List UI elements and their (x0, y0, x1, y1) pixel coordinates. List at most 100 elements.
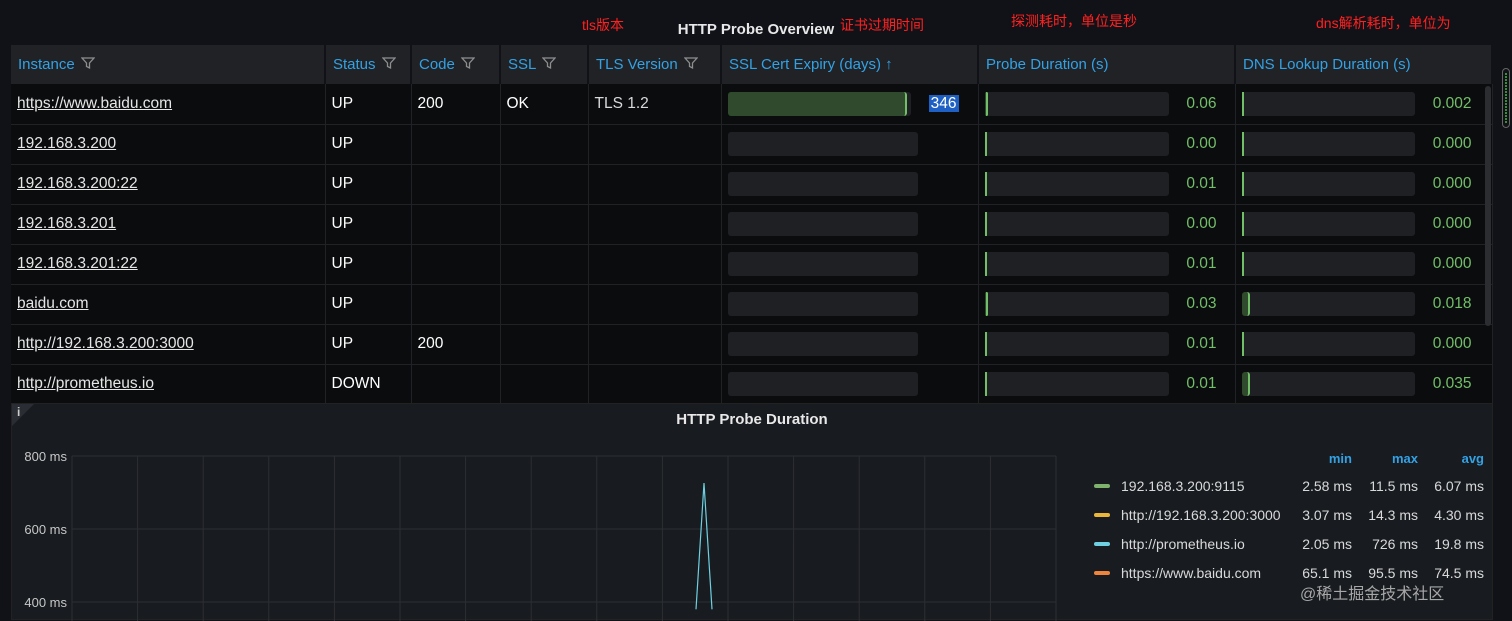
gauge-bar (727, 292, 918, 316)
filter-icon[interactable] (376, 56, 396, 73)
gauge-wrap: 0.00 (984, 212, 1235, 236)
instance-link[interactable]: 192.168.3.201:22 (17, 255, 138, 272)
instance-link[interactable]: 192.168.3.201 (17, 215, 116, 232)
gauge-bar (1241, 292, 1415, 316)
legend-min: 2.05 ms (1302, 535, 1352, 552)
y-tick-label: 600 ms (24, 522, 67, 537)
gauge-value: 0.000 (1415, 135, 1472, 153)
ssl-cell (500, 204, 589, 245)
gauge-value-text: 0.01 (1186, 335, 1217, 352)
table-row: 192.168.3.200 UP 0.00 0.000 (11, 124, 1493, 165)
gauge-value-text: 346 (928, 94, 959, 112)
legend-col-max[interactable]: max (1352, 451, 1418, 471)
gauge-bar (1241, 172, 1415, 196)
legend-series-name: 192.168.3.200:9115 (1121, 477, 1245, 494)
column-header-3[interactable]: SSL (500, 45, 589, 84)
watermark: @稀土掘金技术社区 (1300, 586, 1445, 603)
legend-col-min[interactable]: min (1286, 451, 1352, 471)
ssl-cell: OK (500, 84, 589, 125)
code-cell (411, 244, 501, 285)
instance-link[interactable]: 192.168.3.200 (17, 135, 116, 152)
code-cell: 200 (411, 324, 501, 365)
tls-cell (588, 284, 722, 325)
gauge-bar (984, 332, 1169, 356)
duration-chart: 800 ms 600 ms 400 ms (24, 449, 1057, 621)
gauge-bar (727, 172, 918, 196)
gauge-value-text: 0.00 (1186, 215, 1217, 232)
tls-cell (588, 164, 722, 205)
gauge-wrap (727, 132, 978, 156)
expiry-cell (721, 364, 979, 405)
gauge-value-text: 0.018 (1432, 295, 1472, 312)
instance-link[interactable]: http://prometheus.io (17, 375, 154, 392)
status-cell: UP (325, 124, 412, 165)
probe-cell: 0.01 (978, 364, 1236, 405)
legend-avg: 4.30 ms (1434, 506, 1484, 523)
gauge-value-text: 0.01 (1186, 175, 1217, 192)
gauge-value: 0.01 (1169, 175, 1217, 193)
column-header-0[interactable]: Instance (11, 45, 326, 84)
legend-min: 2.58 ms (1302, 477, 1352, 494)
status-cell: UP (325, 84, 412, 125)
gauge-bar (984, 91, 1169, 116)
instance-link[interactable]: 192.168.3.200:22 (17, 175, 138, 192)
probe-cell: 0.03 (978, 284, 1236, 325)
instance-cell: https://www.baidu.com (11, 84, 326, 125)
column-header-1[interactable]: Status (325, 45, 412, 84)
column-header-4[interactable]: TLS Version (588, 45, 722, 84)
expiry-cell (721, 124, 979, 165)
gauge-wrap: 0.01 (984, 252, 1235, 276)
instance-link[interactable]: http://192.168.3.200:3000 (17, 335, 194, 352)
gauge-value-text: 0.035 (1432, 375, 1472, 392)
table-scrollbar[interactable] (1485, 86, 1491, 326)
gauge-wrap (727, 372, 978, 396)
gauge-fill (1241, 212, 1244, 236)
gauge-bar (1241, 212, 1415, 236)
gauge-wrap (727, 172, 978, 196)
legend-item[interactable]: http://192.168.3.200:3000 3.07 ms 14.3 ms 4… (1084, 500, 1484, 529)
legend-item[interactable]: 192.168.3.200:9115 2.58 ms 11.5 ms 6.07 ms (1084, 471, 1484, 500)
column-header-5[interactable]: SSL Cert Expiry (days) ↑ (721, 45, 979, 84)
column-header-2[interactable]: Code (411, 45, 501, 84)
filter-icon[interactable] (536, 56, 557, 73)
instance-link[interactable]: baidu.com (17, 295, 89, 312)
filter-icon[interactable] (678, 56, 698, 73)
gauge-bar (984, 172, 1169, 196)
column-header-label: Status (333, 56, 376, 73)
gauge-bar (1241, 332, 1415, 356)
dns-cell: 0.000 (1235, 164, 1493, 205)
gauge-value: 0.035 (1415, 375, 1472, 393)
series-line-prometheus (695, 482, 713, 610)
filter-icon[interactable] (455, 56, 475, 73)
dns-cell: 0.002 (1235, 84, 1493, 125)
page-scroll-indicator[interactable] (1502, 68, 1510, 128)
code-cell (411, 164, 501, 205)
filter-icon[interactable] (75, 56, 95, 73)
ssl-cell (500, 124, 589, 165)
gauge-wrap (727, 212, 978, 236)
table-row: 192.168.3.200:22 UP 0.01 0.000 (11, 164, 1493, 205)
gauge-value-text: 0.000 (1432, 335, 1472, 352)
legend-min: 3.07 ms (1302, 506, 1352, 523)
legend-min: 65.1 ms (1302, 564, 1352, 581)
gauge-wrap (727, 252, 978, 276)
gauge-wrap: 0.000 (1241, 132, 1492, 156)
gauge-value: 346 (911, 94, 959, 113)
column-header-6[interactable]: Probe Duration (s) (978, 45, 1236, 84)
gauge-value-text: 0.01 (1186, 255, 1217, 272)
gauge-value: 0.000 (1415, 255, 1472, 273)
instance-link[interactable]: https://www.baidu.com (17, 95, 172, 112)
legend-series-name: http://prometheus.io (1121, 535, 1245, 552)
gauge-value-text: 0.000 (1432, 175, 1472, 192)
probe-cell: 0.06 (978, 84, 1236, 125)
column-header-7[interactable]: DNS Lookup Duration (s) (1235, 45, 1493, 84)
gauge-value: 0.018 (1415, 295, 1472, 313)
instance-cell: baidu.com (11, 284, 326, 325)
gauge-value-text: 0.000 (1432, 255, 1472, 272)
gauge-bar (727, 252, 918, 276)
legend-col-avg[interactable]: avg (1418, 451, 1484, 471)
gauge-value: 0.06 (1169, 95, 1216, 113)
legend-swatch (1094, 512, 1110, 517)
legend-item[interactable]: http://prometheus.io 2.05 ms 726 ms 19.8 ms (1084, 529, 1484, 558)
gauge-bar (984, 292, 1169, 316)
